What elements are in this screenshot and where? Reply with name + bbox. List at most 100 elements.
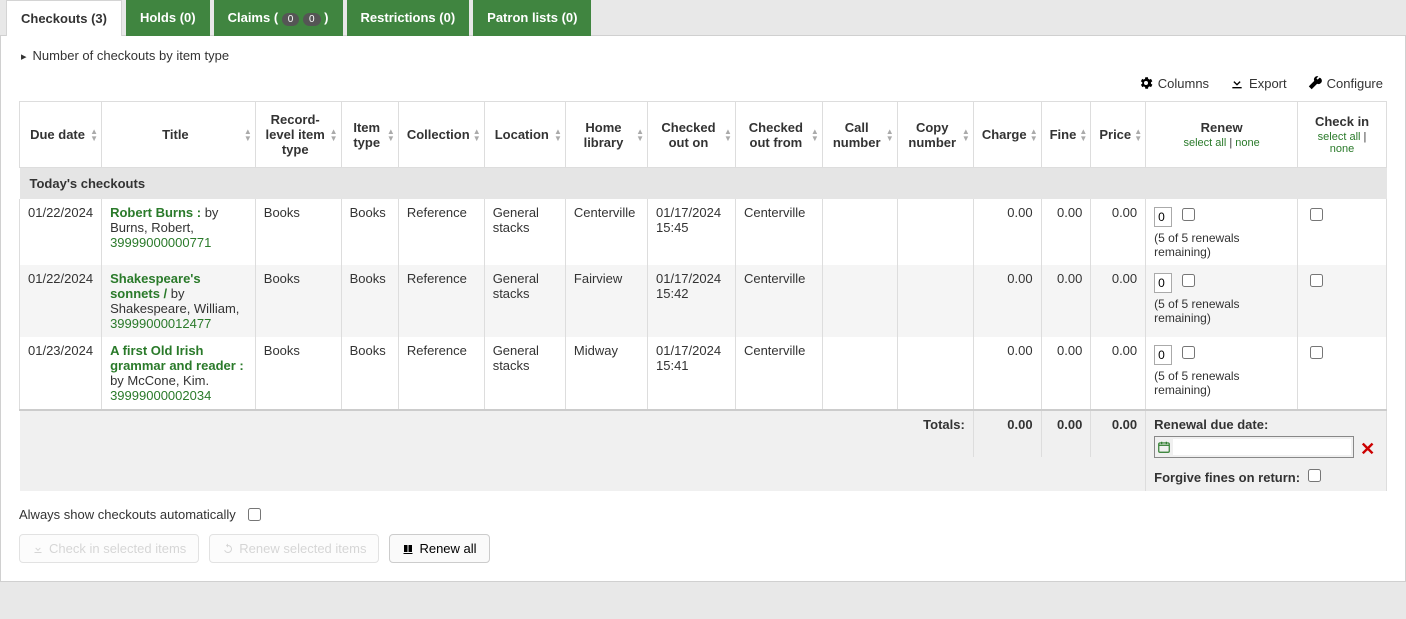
checkin-checkbox[interactable] bbox=[1310, 346, 1323, 359]
checkin-checkbox[interactable] bbox=[1310, 274, 1323, 287]
refresh-icon bbox=[222, 543, 234, 555]
renewal-due-date-label: Renewal due date: bbox=[1154, 417, 1268, 432]
tab-restrictions[interactable]: Restrictions (0) bbox=[347, 0, 470, 36]
title-link[interactable]: A first Old Irish grammar and reader : bbox=[110, 343, 244, 373]
renew-select-none[interactable]: none bbox=[1235, 137, 1259, 149]
renew-count-input[interactable] bbox=[1154, 273, 1172, 293]
cell-title: Robert Burns : by Burns, Robert,39999000… bbox=[102, 199, 256, 265]
section-today: Today's checkouts bbox=[20, 168, 1387, 200]
panel: Number of checkouts by item type Columns… bbox=[0, 35, 1406, 582]
cell-fine: 0.00 bbox=[1041, 265, 1091, 337]
book-icon bbox=[402, 543, 414, 555]
tab-patron-lists[interactable]: Patron lists (0) bbox=[473, 0, 591, 36]
barcode-link[interactable]: 39999000012477 bbox=[110, 316, 211, 331]
th-copy-number[interactable]: Copy number▲▼ bbox=[897, 102, 973, 168]
gear-icon bbox=[1138, 75, 1154, 91]
cell-collection: Reference bbox=[398, 265, 484, 337]
renewal-due-date-input-wrap[interactable] bbox=[1154, 436, 1354, 458]
export-button[interactable]: Export bbox=[1229, 75, 1287, 91]
cell-home-library: Centerville bbox=[565, 199, 647, 265]
check-in-selected-button[interactable]: Check in selected items bbox=[19, 534, 199, 563]
th-call-number[interactable]: Call number▲▼ bbox=[822, 102, 897, 168]
cell-copy-number bbox=[897, 199, 973, 265]
cell-item-type: Books bbox=[341, 337, 398, 410]
download-icon bbox=[32, 543, 44, 555]
barcode-link[interactable]: 39999000000771 bbox=[110, 235, 211, 250]
th-record-type[interactable]: Record-level item type▲▼ bbox=[255, 102, 341, 168]
renew-select-all[interactable]: select all bbox=[1183, 137, 1226, 149]
table-row: 01/23/2024A first Old Irish grammar and … bbox=[20, 337, 1387, 410]
cell-record-type: Books bbox=[255, 265, 341, 337]
cell-record-type: Books bbox=[255, 199, 341, 265]
always-show-label: Always show checkouts automatically bbox=[19, 507, 236, 522]
always-show-checkbox[interactable] bbox=[248, 508, 261, 521]
columns-button[interactable]: Columns bbox=[1138, 75, 1209, 91]
th-title[interactable]: Title▲▼ bbox=[102, 102, 256, 168]
renew-checkbox[interactable] bbox=[1182, 274, 1195, 287]
title-link[interactable]: Robert Burns : bbox=[110, 205, 201, 220]
tab-claims[interactable]: Claims ( 0 0 ) bbox=[214, 0, 343, 36]
table-toolbar: Columns Export Configure bbox=[1, 75, 1405, 101]
th-due-date[interactable]: Due date▲▼ bbox=[20, 102, 102, 168]
cell-renew: (5 of 5 renewals remaining) bbox=[1146, 199, 1298, 265]
tab-checkouts[interactable]: Checkouts (3) bbox=[6, 0, 122, 36]
cell-checked-out-on: 01/17/2024 15:41 bbox=[648, 337, 736, 410]
cell-due-date: 01/23/2024 bbox=[20, 337, 102, 410]
export-label: Export bbox=[1249, 76, 1287, 91]
cell-checked-out-on: 01/17/2024 15:42 bbox=[648, 265, 736, 337]
cell-checkin bbox=[1298, 265, 1387, 337]
th-checked-out-from[interactable]: Checked out from▲▼ bbox=[735, 102, 822, 168]
cell-collection: Reference bbox=[398, 199, 484, 265]
configure-button[interactable]: Configure bbox=[1307, 75, 1383, 91]
cell-fine: 0.00 bbox=[1041, 337, 1091, 410]
cell-record-type: Books bbox=[255, 337, 341, 410]
renew-remaining: (5 of 5 renewals remaining) bbox=[1154, 369, 1289, 397]
cell-copy-number bbox=[897, 265, 973, 337]
renew-checkbox[interactable] bbox=[1182, 346, 1195, 359]
renew-remaining: (5 of 5 renewals remaining) bbox=[1154, 297, 1289, 325]
barcode-link[interactable]: 39999000002034 bbox=[110, 388, 211, 403]
cell-location: General stacks bbox=[484, 265, 565, 337]
tab-claims-tail: ) bbox=[324, 10, 328, 25]
table-row: 01/22/2024Robert Burns : by Burns, Rober… bbox=[20, 199, 1387, 265]
th-checked-out-on[interactable]: Checked out on▲▼ bbox=[648, 102, 736, 168]
th-home-library[interactable]: Home library▲▼ bbox=[565, 102, 647, 168]
disclosure-item-type-counts[interactable]: Number of checkouts by item type bbox=[1, 36, 1405, 75]
cell-checked-out-from: Centerville bbox=[735, 199, 822, 265]
th-price[interactable]: Price▲▼ bbox=[1091, 102, 1146, 168]
cell-charge: 0.00 bbox=[973, 265, 1041, 337]
totals-charge: 0.00 bbox=[973, 410, 1041, 457]
cell-home-library: Midway bbox=[565, 337, 647, 410]
checkin-select-none[interactable]: none bbox=[1330, 143, 1354, 155]
cell-checkin bbox=[1298, 337, 1387, 410]
th-fine[interactable]: Fine▲▼ bbox=[1041, 102, 1091, 168]
claims-badge-2: 0 bbox=[303, 13, 321, 26]
cell-renew: (5 of 5 renewals remaining) bbox=[1146, 337, 1298, 410]
th-charge[interactable]: Charge▲▼ bbox=[973, 102, 1041, 168]
th-item-type[interactable]: Item type▲▼ bbox=[341, 102, 398, 168]
forgive-fines-checkbox[interactable] bbox=[1308, 469, 1321, 482]
cell-copy-number bbox=[897, 337, 973, 410]
cell-title: A first Old Irish grammar and reader : b… bbox=[102, 337, 256, 410]
cell-item-type: Books bbox=[341, 265, 398, 337]
title-link[interactable]: Shakespeare's sonnets / bbox=[110, 271, 201, 301]
cell-checked-out-on: 01/17/2024 15:45 bbox=[648, 199, 736, 265]
clear-date-icon[interactable]: ✕ bbox=[1360, 439, 1375, 460]
th-collection[interactable]: Collection▲▼ bbox=[398, 102, 484, 168]
cell-home-library: Fairview bbox=[565, 265, 647, 337]
cell-price: 0.00 bbox=[1091, 337, 1146, 410]
tab-holds[interactable]: Holds (0) bbox=[126, 0, 210, 36]
th-location[interactable]: Location▲▼ bbox=[484, 102, 565, 168]
th-renew: Renew select all | none bbox=[1146, 102, 1298, 168]
renewal-due-date-input[interactable] bbox=[1173, 439, 1351, 455]
renew-count-input[interactable] bbox=[1154, 345, 1172, 365]
tab-claims-label: Claims ( bbox=[228, 10, 279, 25]
renew-selected-button[interactable]: Renew selected items bbox=[209, 534, 379, 563]
totals-price: 0.00 bbox=[1091, 410, 1146, 457]
checkin-select-all[interactable]: select all bbox=[1318, 131, 1361, 143]
cell-location: General stacks bbox=[484, 199, 565, 265]
renew-checkbox[interactable] bbox=[1182, 208, 1195, 221]
checkin-checkbox[interactable] bbox=[1310, 208, 1323, 221]
renew-all-button[interactable]: Renew all bbox=[389, 534, 489, 563]
renew-count-input[interactable] bbox=[1154, 207, 1172, 227]
